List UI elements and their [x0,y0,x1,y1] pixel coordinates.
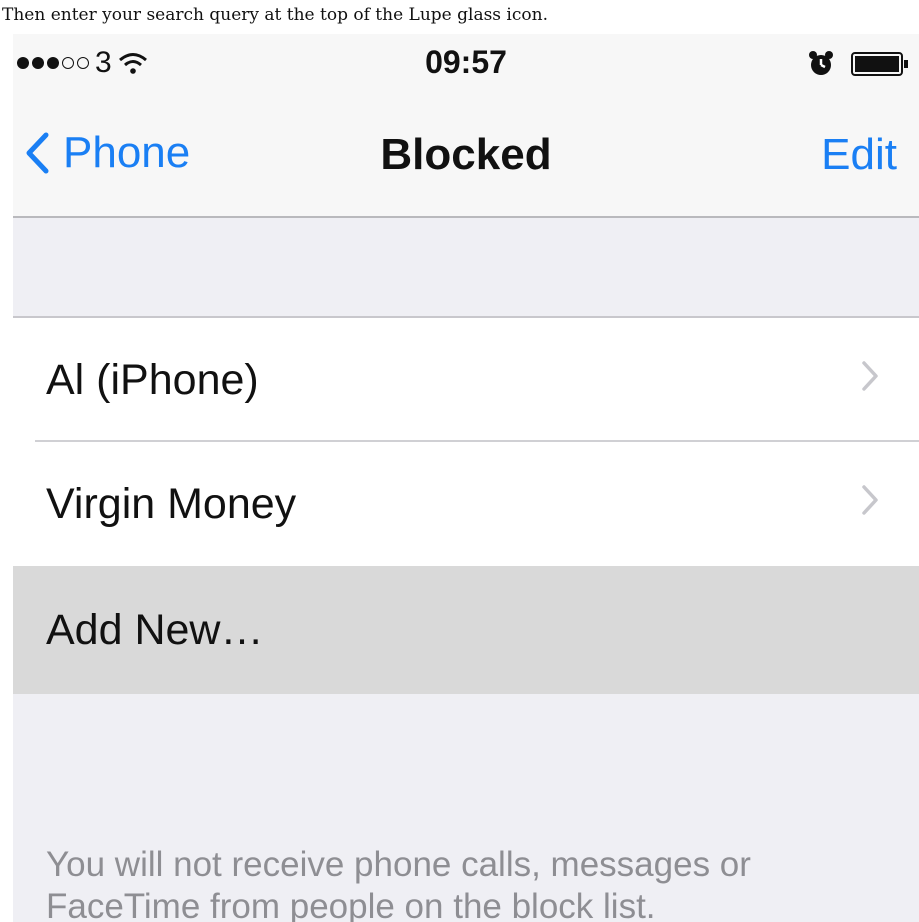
footer-note: You will not receive phone calls, messag… [46,845,751,922]
list-item-label: Virgin Money [46,479,297,528]
chevron-right-icon [862,361,878,391]
status-time: 09:57 [425,44,507,80]
add-new-button[interactable]: Add New… [13,566,919,694]
list-item-label: Al (iPhone) [46,355,259,404]
battery-icon [851,52,908,76]
blocked-list: Al (iPhone) Virgin Money Add New… [13,316,919,694]
status-right [807,50,909,78]
list-item[interactable]: Virgin Money [13,442,919,566]
edit-button[interactable]: Edit [821,130,897,180]
chevron-right-icon [862,485,878,515]
phone-screen: 3 09:57 Phone Blocked Edit Al (iPhone) V… [13,34,919,922]
page-title: Blocked [380,130,552,179]
alarm-clock-icon [809,51,833,75]
add-new-label: Add New… [46,605,264,654]
status-bar: 3 09:57 [13,34,919,98]
caption-text: Then enter your search query at the top … [0,0,919,34]
list-item[interactable]: Al (iPhone) [13,318,919,442]
navigation-bar: Phone Blocked Edit [13,98,919,218]
